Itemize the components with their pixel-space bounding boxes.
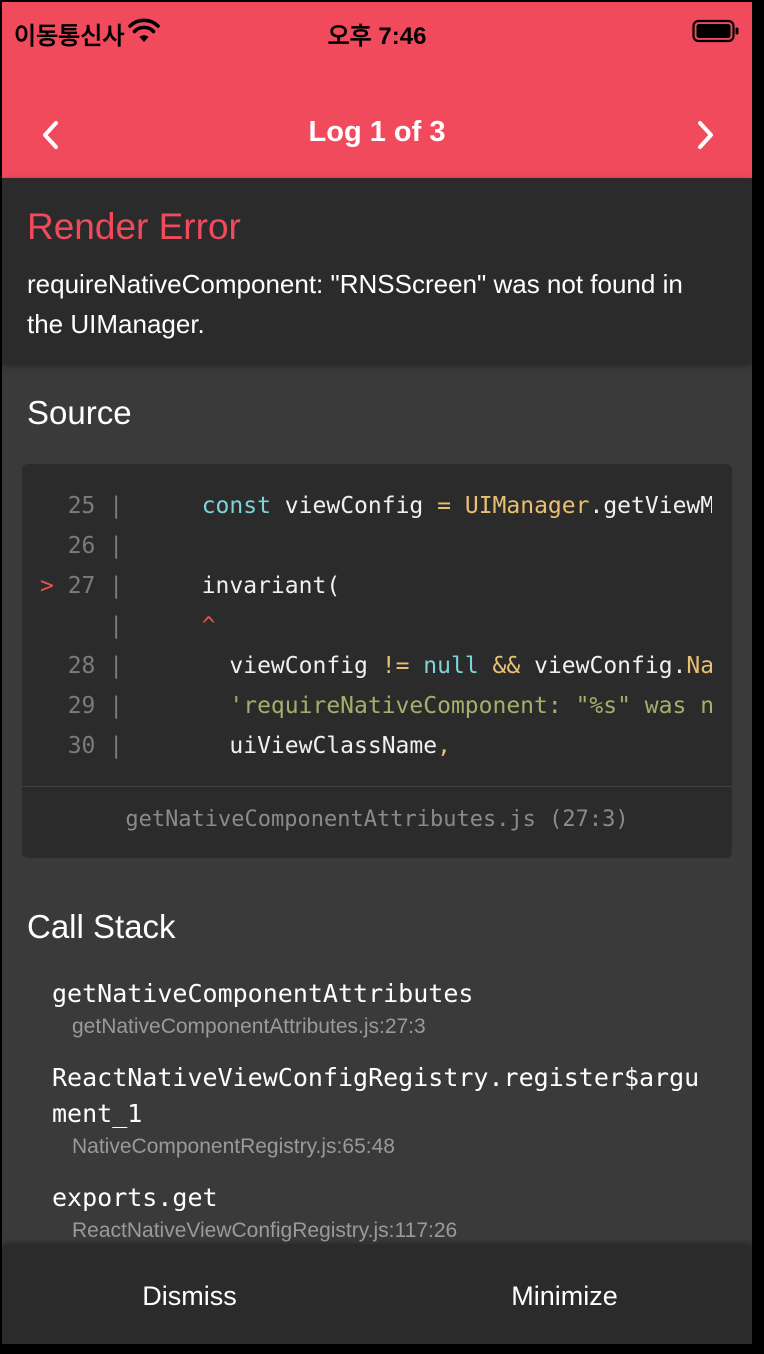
- code-frame-divider: [22, 786, 732, 787]
- stack-frame[interactable]: getNativeComponentAttributes getNativeCo…: [52, 976, 712, 1042]
- dismiss-button[interactable]: Dismiss: [2, 1246, 377, 1344]
- code-line-text: const viewConfig = UIManager.getViewM: [201, 493, 712, 519]
- code-line-text: invariant(: [174, 573, 341, 599]
- code-lines: 25 | const viewConfig = UIManager.getVie…: [22, 486, 712, 786]
- code-line-text: 'requireNativeComponent: "%s" was no: [229, 693, 712, 719]
- stack-frame-name: exports.get: [52, 1183, 218, 1212]
- chevron-right-icon: [698, 121, 713, 149]
- stack-frame[interactable]: exports.get ReactNativeViewConfigRegistr…: [52, 1180, 712, 1246]
- code-line-gutter: 29 |: [40, 693, 124, 719]
- code-frame: 25 | const viewConfig = UIManager.getVie…: [22, 464, 732, 858]
- call-stack-section-title: Call Stack: [27, 908, 176, 945]
- next-log-button[interactable]: [676, 102, 736, 162]
- code-line: | ^: [22, 606, 712, 646]
- code-line: 26 |: [22, 526, 712, 566]
- code-line-gutter: 26 |: [40, 533, 124, 559]
- stack-frame-location: ReactNativeViewConfigRegistry.js:117:26: [72, 1219, 458, 1242]
- error-line-marker: >: [40, 573, 54, 599]
- code-line-gutter: 30 |: [40, 733, 124, 759]
- stack-frame-location: NativeComponentRegistry.js:65:48: [72, 1135, 395, 1158]
- stack-frame-location: getNativeComponentAttributes.js:27:3: [72, 1015, 426, 1038]
- code-line-gutter: 25 |: [40, 493, 124, 519]
- source-section-title: Source: [27, 394, 132, 431]
- log-footer: Dismiss Minimize: [2, 1246, 752, 1344]
- log-header: 이동통신사 오후 7:46 Log 1 of 3: [2, 2, 752, 178]
- battery-icon: [692, 19, 739, 43]
- error-type-title: Render Error: [27, 206, 241, 247]
- code-line-gutter: 28 |: [40, 653, 124, 679]
- code-line-text: uiViewClassName,: [174, 733, 451, 759]
- code-line: > 27 | invariant(: [22, 566, 712, 606]
- log-box-screen: 이동통신사 오후 7:46 Log 1 of 3 Render Error re…: [2, 2, 752, 1344]
- code-line: 25 | const viewConfig = UIManager.getVie…: [22, 486, 712, 526]
- status-time: 오후 7:46: [327, 23, 427, 50]
- code-line: 28 | viewConfig != null && viewConfig.Na: [22, 646, 712, 686]
- stack-frame[interactable]: ReactNativeViewConfigRegistry.register$a…: [52, 1060, 712, 1162]
- code-line: 29 | 'requireNativeComponent: "%s" was n…: [22, 686, 712, 726]
- status-bar: 이동통신사 오후 7:46: [2, 2, 752, 62]
- stack-frame-name: ReactNativeViewConfigRegistry.register$a…: [52, 1063, 700, 1128]
- log-counter-title: Log 1 of 3: [308, 116, 446, 148]
- code-line-gutter: > 27 |: [40, 573, 124, 599]
- stack-frame-name: getNativeComponentAttributes: [52, 979, 474, 1008]
- code-line-text: viewConfig != null && viewConfig.Na: [174, 653, 712, 679]
- error-summary: Render Error requireNativeComponent: "RN…: [2, 178, 752, 364]
- minimize-button[interactable]: Minimize: [377, 1246, 752, 1344]
- code-frame-file-link[interactable]: getNativeComponentAttributes.js (27:3): [22, 807, 732, 832]
- code-line-gutter: |: [40, 613, 124, 639]
- code-line: 30 | uiViewClassName,: [22, 726, 712, 766]
- code-line-text: ^: [201, 613, 216, 639]
- error-message: requireNativeComponent: "RNSScreen" was …: [27, 269, 683, 339]
